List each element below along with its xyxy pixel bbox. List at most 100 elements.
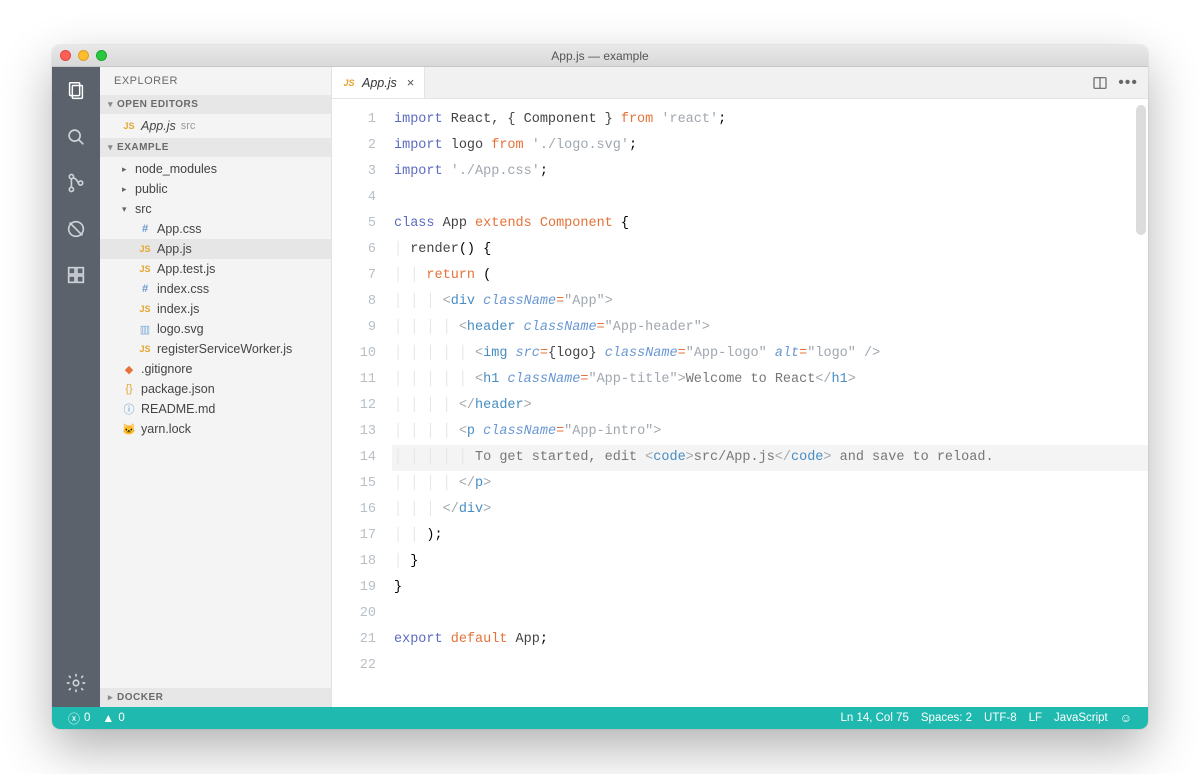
status-errors[interactable]: ⓧ 0 bbox=[62, 710, 96, 727]
section-docker[interactable]: ▸ DOCKER bbox=[100, 688, 331, 707]
code-line[interactable] bbox=[392, 653, 1148, 679]
line-number: 1 bbox=[332, 107, 376, 133]
status-encoding[interactable]: UTF-8 bbox=[978, 712, 1023, 724]
file-item[interactable]: #App.css bbox=[100, 219, 331, 239]
css-file-icon: # bbox=[138, 223, 152, 235]
file-item[interactable]: ▥ logo.svg bbox=[100, 319, 331, 339]
folder-item[interactable]: ▸public bbox=[100, 179, 331, 199]
split-editor-icon[interactable] bbox=[1092, 75, 1108, 91]
line-number: 6 bbox=[332, 237, 376, 263]
code-line[interactable]: import React, { Component } from 'react'… bbox=[392, 107, 1148, 133]
file-item[interactable]: ⓘREADME.md bbox=[100, 399, 331, 419]
section-workspace-label: EXAMPLE bbox=[117, 142, 169, 153]
yarn-file-icon: 🐱 bbox=[122, 423, 136, 436]
code-line[interactable]: │ │ │ │ │ <img src={logo} className="App… bbox=[392, 341, 1148, 367]
code-line[interactable]: │ │ │ │ </header> bbox=[392, 393, 1148, 419]
line-number: 7 bbox=[332, 263, 376, 289]
code-line[interactable]: │ │ │ │ <p className="App-intro"> bbox=[392, 419, 1148, 445]
zoom-window-button[interactable] bbox=[96, 50, 107, 61]
svg-file-icon: ▥ bbox=[138, 323, 152, 336]
text-editor[interactable]: 12345678910111213141516171819202122 impo… bbox=[332, 99, 1148, 707]
status-feedback[interactable]: ☺ bbox=[1114, 711, 1138, 725]
code-line[interactable]: class App extends Component { bbox=[392, 211, 1148, 237]
code-line[interactable] bbox=[392, 601, 1148, 627]
css-file-icon: # bbox=[138, 283, 152, 295]
activity-search[interactable] bbox=[62, 123, 90, 151]
status-cursor-position[interactable]: Ln 14, Col 75 bbox=[834, 712, 914, 724]
line-number: 11 bbox=[332, 367, 376, 393]
status-eol[interactable]: LF bbox=[1023, 712, 1048, 724]
file-item[interactable]: JSApp.test.js bbox=[100, 259, 331, 279]
tab-close-button[interactable]: × bbox=[403, 75, 415, 90]
status-indentation[interactable]: Spaces: 2 bbox=[915, 712, 978, 724]
chevron-down-icon: ▾ bbox=[108, 99, 113, 110]
line-number-gutter: 12345678910111213141516171819202122 bbox=[332, 99, 390, 707]
file-item[interactable]: JSregisterServiceWorker.js bbox=[100, 339, 331, 359]
activity-source-control[interactable] bbox=[62, 169, 90, 197]
code-line[interactable]: } bbox=[392, 575, 1148, 601]
line-number: 15 bbox=[332, 471, 376, 497]
vertical-scrollbar[interactable] bbox=[1136, 105, 1146, 235]
file-name: logo.svg bbox=[157, 322, 204, 336]
status-errors-count: 0 bbox=[84, 712, 90, 724]
smiley-icon: ☺ bbox=[1120, 711, 1132, 725]
file-item[interactable]: 🐱yarn.lock bbox=[100, 419, 331, 439]
line-number: 20 bbox=[332, 601, 376, 627]
activity-extensions[interactable] bbox=[62, 261, 90, 289]
editor-area: JS App.js × ••• 123456789101112131415161… bbox=[332, 67, 1148, 707]
folder-name: node_modules bbox=[135, 162, 217, 176]
open-editor-item[interactable]: JSApp.jssrc bbox=[100, 116, 331, 136]
js-file-icon: JS bbox=[138, 264, 152, 274]
status-bar: ⓧ 0 ▲ 0 Ln 14, Col 75 Spaces: 2 UTF-8 LF… bbox=[52, 707, 1148, 729]
code-line[interactable]: │ render() { bbox=[392, 237, 1148, 263]
chevron-right-icon: ▸ bbox=[108, 692, 113, 703]
minimize-window-button[interactable] bbox=[78, 50, 89, 61]
section-workspace[interactable]: ▾ EXAMPLE bbox=[100, 138, 331, 157]
chevron-right-icon: ▸ bbox=[122, 164, 130, 175]
editor-tab[interactable]: JS App.js × bbox=[332, 67, 425, 98]
titlebar[interactable]: App.js — example bbox=[52, 45, 1148, 67]
code-line[interactable]: │ │ │ │ </p> bbox=[392, 471, 1148, 497]
status-warnings[interactable]: ▲ 0 bbox=[96, 711, 130, 725]
js-file-icon: JS bbox=[342, 78, 356, 88]
code-line[interactable]: │ } bbox=[392, 549, 1148, 575]
editor-tab-label: App.js bbox=[362, 76, 397, 90]
file-item[interactable]: JSApp.js bbox=[100, 239, 331, 259]
code-line[interactable]: import logo from './logo.svg'; bbox=[392, 133, 1148, 159]
activity-settings[interactable] bbox=[62, 669, 90, 697]
code-line[interactable]: │ │ │ │ <header className="App-header"> bbox=[392, 315, 1148, 341]
app-window: App.js — example EXPLORER bbox=[52, 45, 1148, 729]
code-line[interactable]: export default App; bbox=[392, 627, 1148, 653]
json-file-icon: {} bbox=[122, 383, 136, 395]
workspace-tree: ▸ node_modules ▸public▾src#App.cssJSApp.js… bbox=[100, 157, 331, 441]
code-line[interactable]: │ │ return ( bbox=[392, 263, 1148, 289]
code-line[interactable]: │ │ ); bbox=[392, 523, 1148, 549]
info-file-icon: ⓘ bbox=[122, 401, 136, 417]
status-language[interactable]: JavaScript bbox=[1048, 712, 1114, 724]
code-content[interactable]: import React, { Component } from 'react'… bbox=[390, 99, 1148, 707]
code-line[interactable]: │ │ │ <div className="App"> bbox=[392, 289, 1148, 315]
code-line[interactable]: import './App.css'; bbox=[392, 159, 1148, 185]
file-item[interactable]: {}package.json bbox=[100, 379, 331, 399]
chevron-down-icon: ▾ bbox=[108, 142, 113, 153]
section-open-editors-label: OPEN EDITORS bbox=[117, 99, 198, 110]
folder-item[interactable]: ▸ node_modules bbox=[100, 159, 331, 179]
folder-name: src bbox=[135, 202, 152, 216]
section-open-editors[interactable]: ▾ OPEN EDITORS bbox=[100, 95, 331, 114]
activity-debug[interactable] bbox=[62, 215, 90, 243]
more-actions-icon[interactable]: ••• bbox=[1118, 74, 1138, 92]
code-line[interactable]: │ │ │ │ │ To get started, edit <code>src… bbox=[392, 445, 1148, 471]
code-line[interactable]: │ │ │ │ │ <h1 className="App-title">Welc… bbox=[392, 367, 1148, 393]
file-item[interactable]: ◆.gitignore bbox=[100, 359, 331, 379]
code-line[interactable]: │ │ │ </div> bbox=[392, 497, 1148, 523]
activity-explorer[interactable] bbox=[62, 77, 90, 105]
file-item[interactable]: JSindex.js bbox=[100, 299, 331, 319]
close-window-button[interactable] bbox=[60, 50, 71, 61]
status-warnings-count: 0 bbox=[118, 712, 124, 724]
folder-item[interactable]: ▾src bbox=[100, 199, 331, 219]
code-line[interactable] bbox=[392, 185, 1148, 211]
chevron-right-icon: ▸ bbox=[122, 184, 130, 195]
line-number: 18 bbox=[332, 549, 376, 575]
file-item[interactable]: #index.css bbox=[100, 279, 331, 299]
line-number: 14 bbox=[332, 445, 376, 471]
